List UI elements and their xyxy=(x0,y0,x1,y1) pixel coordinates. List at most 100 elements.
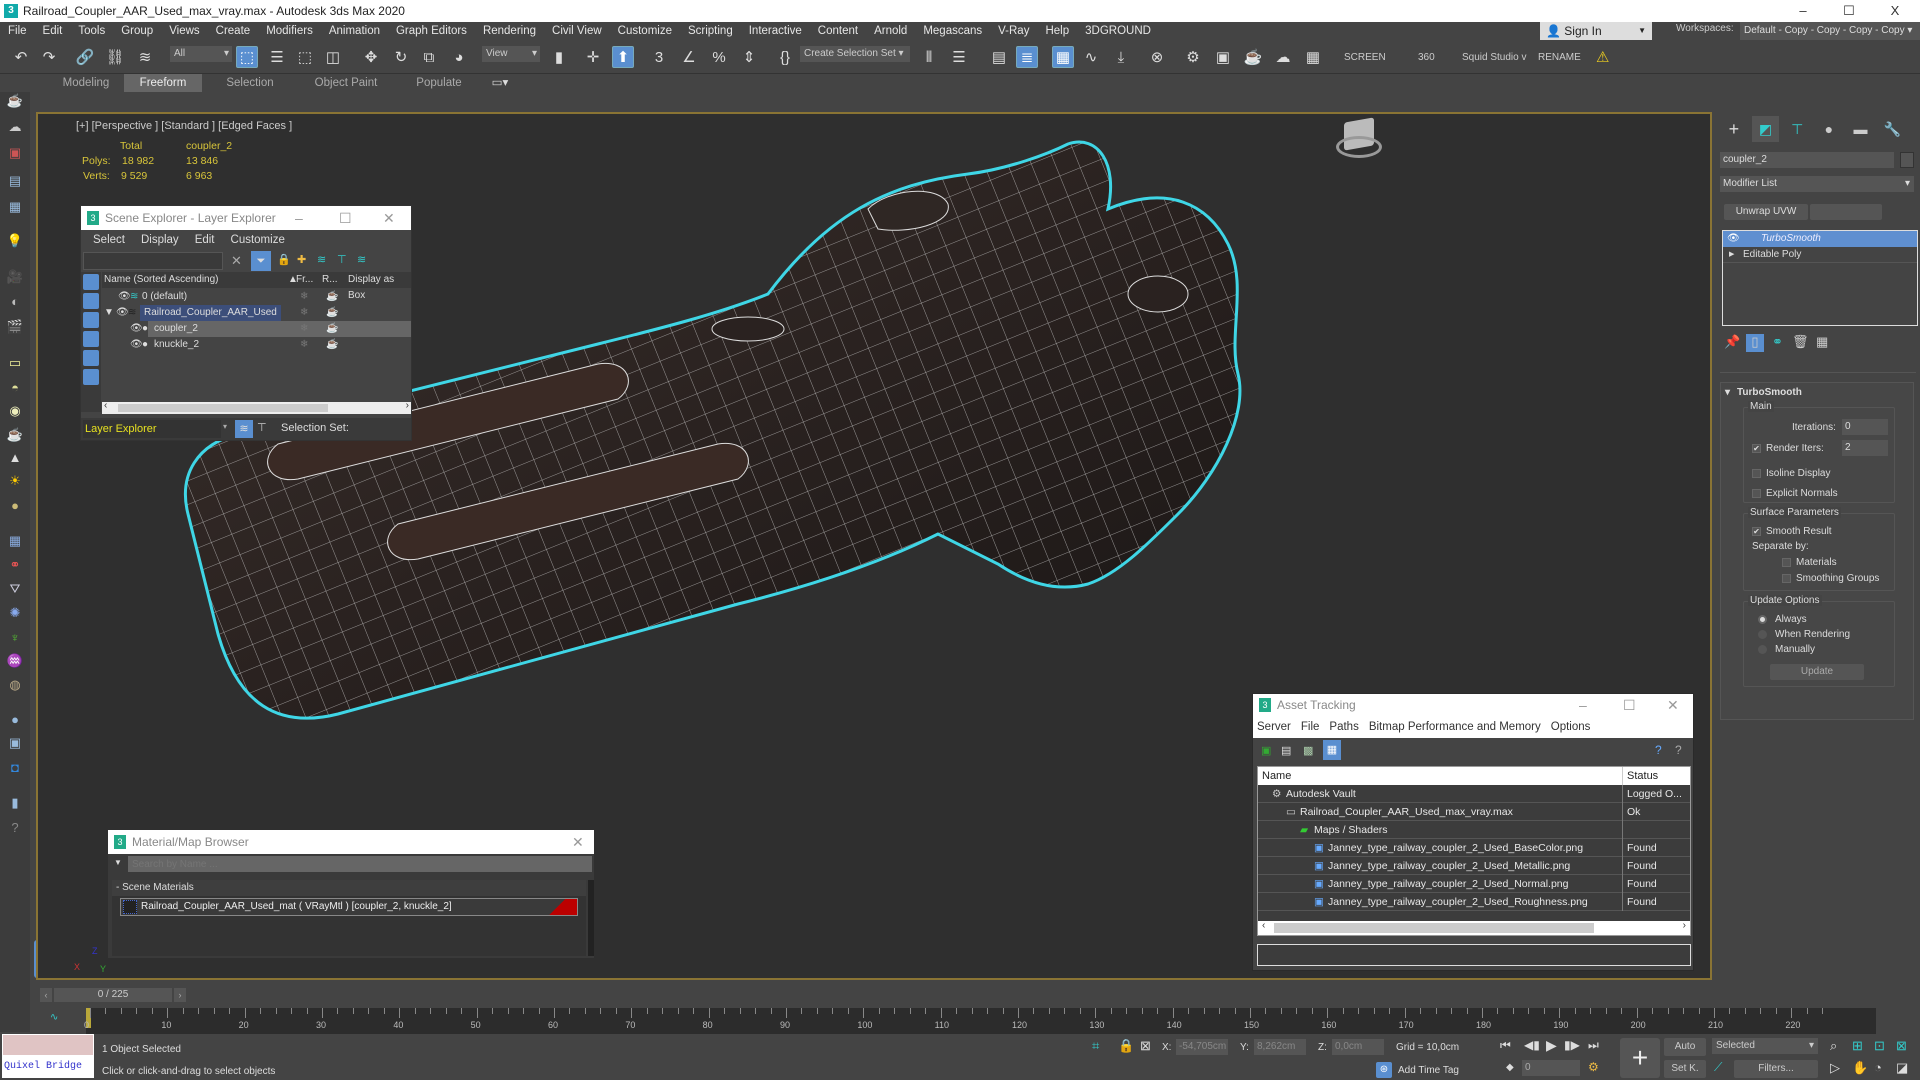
table-panel-icon[interactable]: ▦ xyxy=(6,198,24,216)
radio-manually[interactable]: Manually xyxy=(1758,644,1815,655)
render-teapot-icon[interactable]: ☕ xyxy=(326,289,338,305)
time-slider-thumb[interactable]: 0 / 225 xyxy=(54,988,172,1002)
tab-modeling[interactable]: Modeling xyxy=(52,74,120,92)
checkbox[interactable] xyxy=(1782,557,1791,567)
auto-key-button[interactable]: Auto xyxy=(1664,1038,1706,1056)
rendered-frame-window-icon[interactable]: ▣ xyxy=(1212,46,1234,68)
asset-row[interactable]: ▣ Janney_type_railway_coupler_2_Used_Base… xyxy=(1258,839,1690,857)
menu-edit[interactable]: Edit xyxy=(195,234,215,246)
object-name-field[interactable]: coupler_2 xyxy=(1720,152,1894,168)
hierarchy-icon[interactable]: ⊤ xyxy=(337,253,347,266)
scroll-right-icon[interactable]: › xyxy=(406,400,409,411)
render-cloud-icon[interactable]: ☁ xyxy=(1272,46,1294,68)
track-bar[interactable]: 0 10 20 30 40 50 60 70 80 90 100 110 120 130 140 150 160… xyxy=(84,1008,1876,1034)
next-frame-button[interactable]: › xyxy=(174,988,186,1002)
render-teapot-icon[interactable]: ☕ xyxy=(326,321,338,337)
maximize-viewport-icon[interactable]: ◪ xyxy=(1896,1060,1908,1076)
menu-vray[interactable]: V-Ray xyxy=(990,25,1037,37)
vray-dome-light-icon[interactable]: ◓ xyxy=(6,378,24,396)
menu-views[interactable]: Views xyxy=(161,25,207,37)
asset-path-field[interactable] xyxy=(1257,944,1691,966)
field-of-view-icon[interactable]: ▷ xyxy=(1830,1060,1840,1076)
pin-stack-icon[interactable]: 📌 xyxy=(1724,334,1740,350)
toggle-ribbon-icon[interactable]: ▦ xyxy=(1052,46,1074,68)
schematic-view-icon[interactable]: ⤓ xyxy=(1110,46,1132,68)
spinner-snap-icon[interactable]: ⇕ xyxy=(738,46,760,68)
close-button[interactable]: ✕ xyxy=(383,206,395,230)
list-panel-icon[interactable]: ▤ xyxy=(6,172,24,190)
percent-snap-icon[interactable]: % xyxy=(708,46,730,68)
squid-studio-button[interactable]: Squid Studio v xyxy=(1462,52,1527,63)
viewcube[interactable] xyxy=(1336,117,1382,160)
radio-always[interactable]: Always xyxy=(1758,614,1807,625)
stack-item-turbosmooth[interactable]: 👁 TurboSmooth xyxy=(1723,231,1917,247)
zoom-extents-all-icon[interactable]: ⊠ xyxy=(1896,1038,1907,1054)
material-editor-icon[interactable]: ⊗ xyxy=(1146,46,1168,68)
time-tag-icon[interactable]: ⊛ xyxy=(1376,1062,1392,1078)
360-button[interactable]: 360 xyxy=(1418,52,1435,63)
asset-row[interactable]: ▣ Janney_type_railway_coupler_2_Used_Roug… xyxy=(1258,893,1690,911)
col-name[interactable]: Name (Sorted Ascending) xyxy=(104,272,219,288)
z-coordinate-field[interactable]: 0,0cm xyxy=(1332,1039,1384,1055)
time-configuration-icon[interactable]: ⚙ xyxy=(1588,1060,1599,1074)
menu-paths[interactable]: Paths xyxy=(1329,721,1358,733)
warning-icon[interactable]: ⚠ xyxy=(1596,48,1609,66)
iterations-spinner[interactable]: 0 xyxy=(1842,419,1888,435)
window-crossing-icon[interactable]: ◫ xyxy=(322,46,344,68)
maximize-button[interactable]: ☐ xyxy=(339,206,352,230)
sort-by-hierarchy-icon[interactable]: ⊤ xyxy=(257,421,267,434)
current-frame-spinner[interactable]: 0 xyxy=(1522,1060,1580,1076)
menu-megascans[interactable]: Megascans xyxy=(915,25,990,37)
show-end-result-icon[interactable]: ▯ xyxy=(1746,334,1764,352)
y-coordinate-field[interactable]: 8,262cm xyxy=(1254,1039,1306,1055)
key-mode-toggle-icon[interactable]: ⟋ xyxy=(1714,1060,1722,1075)
asset-row[interactable]: ▭ Railroad_Coupler_AAR_Used_max_vray.max O… xyxy=(1258,803,1690,821)
freeze-icon[interactable]: ❄ xyxy=(300,289,308,305)
viewcube-ring[interactable] xyxy=(1336,136,1382,158)
scene-explorer-icon[interactable]: ▤ xyxy=(988,46,1010,68)
tree-row[interactable]: 👁 ≋ 0 (default) ❄ ☕ xyxy=(102,289,411,305)
reference-coord-select[interactable]: View ▾ xyxy=(482,46,540,62)
maxscript-listener-pink[interactable] xyxy=(2,1034,94,1056)
menu-tools[interactable]: Tools xyxy=(70,25,113,37)
maximize-button[interactable]: ☐ xyxy=(1826,0,1872,22)
tab-object-paint[interactable]: Object Paint xyxy=(300,74,392,92)
empty-modifier-button[interactable] xyxy=(1810,204,1882,220)
vray-scene-converter-icon[interactable]: ▮ xyxy=(6,794,24,812)
material-search-input[interactable] xyxy=(128,856,592,872)
menu-options[interactable]: Options xyxy=(1551,721,1591,733)
vray-object-props-icon[interactable]: ◘ xyxy=(6,758,24,776)
rollout-title[interactable]: TurboSmooth xyxy=(1737,387,1802,398)
menu-3dground[interactable]: 3DGROUND xyxy=(1077,25,1159,37)
sort-by-layer-icon[interactable]: ≋ xyxy=(235,420,253,438)
place-icon[interactable]: ◕ xyxy=(448,46,470,68)
utilities-tab-icon[interactable]: 🔧 xyxy=(1878,116,1906,142)
render-iters-checkbox[interactable]: ✔ Render Iters: xyxy=(1752,443,1824,454)
maximize-button[interactable]: ☐ xyxy=(1623,694,1636,716)
asset-row[interactable]: ▣ Janney_type_railway_coupler_2_Used_Meta… xyxy=(1258,857,1690,875)
asset-row[interactable]: ▣ Janney_type_railway_coupler_2_Used_Norm… xyxy=(1258,875,1690,893)
checkbox[interactable] xyxy=(1752,468,1761,478)
pan-hand-icon[interactable]: ✋ xyxy=(1852,1060,1868,1076)
checkbox[interactable] xyxy=(1752,488,1761,498)
expand-triangle-icon[interactable]: ▶ xyxy=(1729,247,1734,263)
col-status[interactable]: Status xyxy=(1622,767,1658,785)
display-geometry-icon[interactable] xyxy=(83,274,99,290)
search-options-icon[interactable]: ▼ xyxy=(114,858,122,867)
close-button[interactable]: ✕ xyxy=(1667,694,1679,716)
isolate-selection-icon[interactable]: ⌗ xyxy=(1092,1038,1099,1054)
unlink-icon[interactable]: ⛓ xyxy=(104,46,126,68)
expand-triangle-icon[interactable]: ▼ xyxy=(104,305,114,321)
minimize-button[interactable]: – xyxy=(1780,0,1826,22)
select-manipulate-icon[interactable]: ✛ xyxy=(582,46,604,68)
menu-rendering[interactable]: Rendering xyxy=(475,25,544,37)
mirror-icon[interactable]: ⫴ xyxy=(918,46,940,68)
key-filter-select[interactable]: Selected ▾ xyxy=(1712,1038,1818,1054)
scroll-left-icon[interactable]: ‹ xyxy=(1262,920,1265,931)
render-iters-spinner[interactable]: 2 xyxy=(1842,440,1888,456)
render-teapot-icon[interactable]: ☕ xyxy=(326,305,338,321)
close-button[interactable]: X xyxy=(1872,0,1918,22)
tree-row[interactable]: 👁 ● knuckle_2 ❄ ☕ xyxy=(102,337,411,353)
minimize-button[interactable]: – xyxy=(295,206,303,230)
add-to-layer-icon[interactable]: ≋ xyxy=(317,253,326,266)
